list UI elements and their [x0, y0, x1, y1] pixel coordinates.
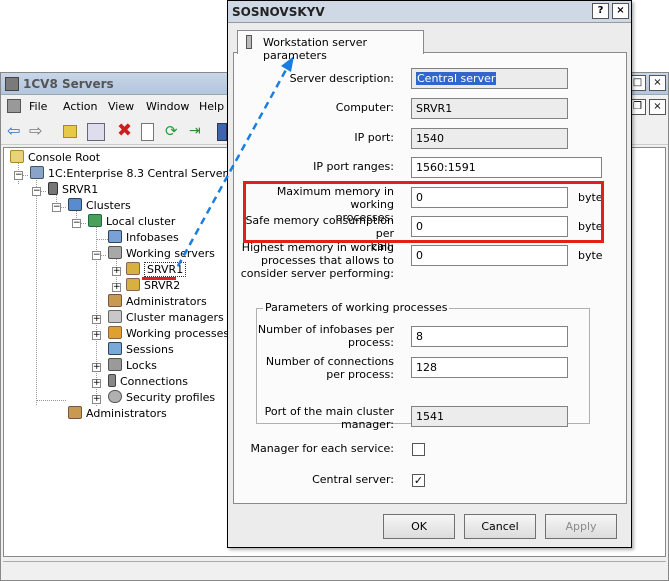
server-tab-icon	[246, 35, 252, 49]
tab-workstation-server-parameters[interactable]: Workstation server parameters	[237, 30, 424, 62]
callout-arrow	[176, 56, 294, 267]
